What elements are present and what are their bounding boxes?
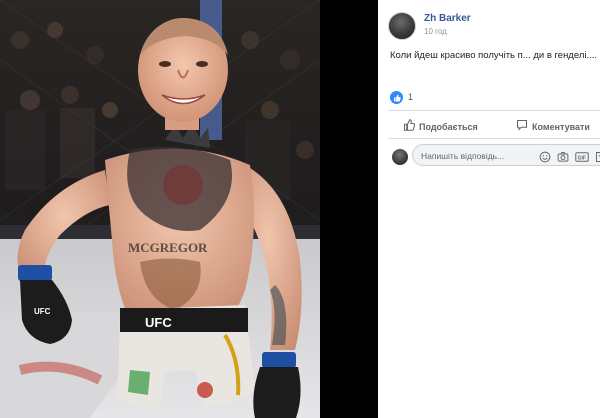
- like-reaction-icon: [390, 91, 403, 104]
- svg-text:GIF: GIF: [578, 155, 586, 161]
- author-name-link[interactable]: Zh Barker: [424, 13, 471, 24]
- post-timestamp[interactable]: 10 год: [424, 27, 447, 36]
- post-panel: Zh Barker 10 год Коли йдеш красиво получ…: [378, 0, 600, 418]
- comment-button[interactable]: Коментувати: [516, 118, 590, 136]
- post-actions: Подобається Коментувати: [388, 114, 600, 136]
- tattoo-text: MCGREGOR: [128, 240, 208, 255]
- post-text: Коли йдеш красиво получіть п... ди в ген…: [390, 50, 598, 61]
- smiley-icon[interactable]: [539, 150, 551, 163]
- divider-top: [388, 110, 600, 111]
- sticker-icon[interactable]: [595, 150, 600, 162]
- author-avatar[interactable]: [388, 12, 416, 40]
- speech-bubble-icon: [516, 118, 528, 136]
- like-label: Подобається: [419, 122, 478, 132]
- post-photo[interactable]: MCGREGOR UFC UFC: [0, 0, 320, 418]
- comment-input[interactable]: [421, 149, 531, 162]
- fighter-photo: MCGREGOR UFC UFC: [0, 0, 320, 418]
- camera-icon[interactable]: [557, 150, 569, 162]
- divider-bottom: [388, 138, 600, 139]
- gif-icon[interactable]: GIF: [575, 150, 589, 162]
- comment-input-box[interactable]: GIF: [412, 144, 600, 166]
- like-count: 1: [408, 92, 414, 102]
- thumbs-up-icon: [403, 118, 416, 136]
- glove-logo-left: UFC: [34, 307, 51, 316]
- like-button[interactable]: Подобається: [403, 118, 478, 136]
- commenter-avatar: [392, 149, 408, 165]
- photo-viewer-gap: [320, 0, 378, 418]
- comment-row: GIF: [388, 144, 600, 168]
- comment-label: Коментувати: [532, 122, 590, 132]
- shorts-logo: UFC: [145, 315, 172, 330]
